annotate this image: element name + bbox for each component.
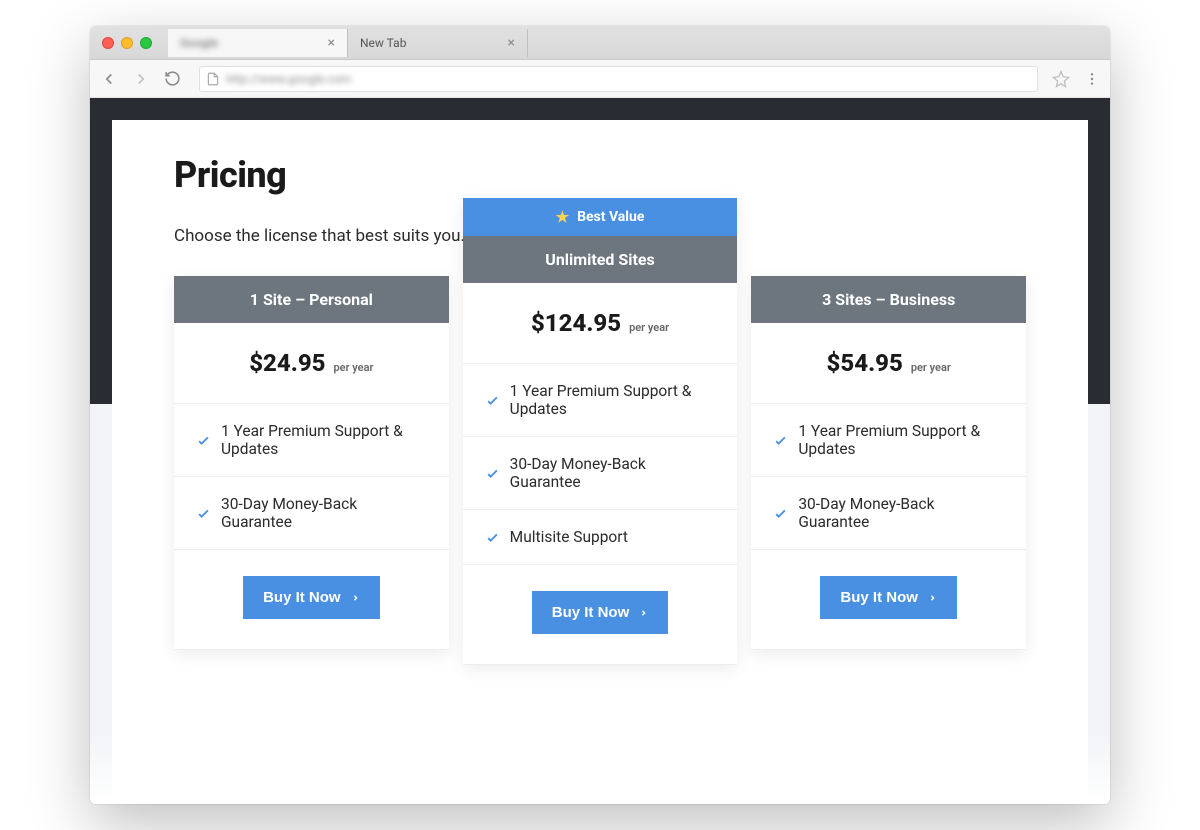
menu-icon[interactable] <box>1084 71 1100 87</box>
plan-cta-row: Buy It Now <box>463 565 738 665</box>
best-value-badge: ★ Best Value <box>463 198 738 236</box>
plan-cta-row: Buy It Now <box>751 550 1026 650</box>
plan-price: $54.95 <box>827 349 903 377</box>
plan-feature: Multisite Support <box>463 510 738 565</box>
chevron-right-icon <box>928 591 937 605</box>
pricing-page: Pricing Choose the license that best sui… <box>112 120 1088 804</box>
plan-unlimited: ★ Best Value Unlimited Sites $124.95 per… <box>463 198 738 665</box>
window-minimize-icon[interactable] <box>121 37 133 49</box>
plan-feature: 30-Day Money-Back Guarantee <box>174 477 449 550</box>
feature-text: 1 Year Premium Support & Updates <box>510 382 716 418</box>
feature-text: 30-Day Money-Back Guarantee <box>510 455 716 491</box>
check-icon <box>485 466 500 481</box>
buy-button-label: Buy It Now <box>840 589 918 606</box>
feature-text: 1 Year Premium Support & Updates <box>221 422 427 458</box>
chevron-right-icon <box>639 606 648 620</box>
buy-button[interactable]: Buy It Now <box>532 591 669 634</box>
buy-button-label: Buy It Now <box>263 589 341 606</box>
badge-label: Best Value <box>577 209 644 225</box>
forward-icon[interactable] <box>132 70 150 88</box>
tab-title: Google <box>180 36 218 50</box>
plan-personal: 1 Site – Personal $24.95 per year 1 Year… <box>174 276 449 650</box>
plan-price-row: $124.95 per year <box>463 283 738 364</box>
plan-price: $124.95 <box>531 309 621 337</box>
plan-price-row: $54.95 per year <box>751 323 1026 404</box>
plan-feature: 1 Year Premium Support & Updates <box>463 364 738 437</box>
back-icon[interactable] <box>100 70 118 88</box>
pricing-plans: 1 Site – Personal $24.95 per year 1 Year… <box>174 276 1026 665</box>
close-icon[interactable]: × <box>328 35 335 51</box>
star-icon: ★ <box>556 208 569 226</box>
check-icon <box>196 433 211 448</box>
address-bar[interactable]: http://www.google.com <box>199 66 1038 92</box>
plan-feature: 1 Year Premium Support & Updates <box>174 404 449 477</box>
window-close-icon[interactable] <box>102 37 114 49</box>
page-icon <box>206 72 220 86</box>
buy-button-label: Buy It Now <box>552 604 630 621</box>
reload-icon[interactable] <box>164 70 181 87</box>
toolbar: http://www.google.com <box>90 60 1110 98</box>
chevron-right-icon <box>351 591 360 605</box>
buy-button[interactable]: Buy It Now <box>243 576 380 619</box>
check-icon <box>773 506 788 521</box>
tab-active[interactable]: Google × <box>168 29 348 57</box>
plan-period: per year <box>911 361 951 374</box>
plan-feature: 30-Day Money-Back Guarantee <box>463 437 738 510</box>
plan-header: 3 Sites – Business <box>751 276 1026 323</box>
tab-inactive[interactable]: New Tab × <box>348 29 528 57</box>
plan-header: Unlimited Sites <box>463 236 738 283</box>
plan-header: 1 Site – Personal <box>174 276 449 323</box>
feature-text: 30-Day Money-Back Guarantee <box>221 495 427 531</box>
feature-text: 30-Day Money-Back Guarantee <box>798 495 1004 531</box>
tab-strip: Google × New Tab × <box>90 26 1110 60</box>
plan-period: per year <box>629 321 669 334</box>
plan-price-row: $24.95 per year <box>174 323 449 404</box>
plan-cta-row: Buy It Now <box>174 550 449 650</box>
page-title: Pricing <box>174 154 1026 196</box>
url-text: http://www.google.com <box>226 72 351 86</box>
plan-business: 3 Sites – Business $54.95 per year 1 Yea… <box>751 276 1026 650</box>
tab-title: New Tab <box>360 36 406 50</box>
plan-feature: 30-Day Money-Back Guarantee <box>751 477 1026 550</box>
check-icon <box>773 433 788 448</box>
feature-text: Multisite Support <box>510 528 628 546</box>
check-icon <box>485 530 500 545</box>
check-icon <box>485 393 500 408</box>
close-icon[interactable]: × <box>508 35 515 51</box>
traffic-lights <box>98 37 152 49</box>
browser-window: Google × New Tab × http://www.google.com <box>90 26 1110 804</box>
plan-period: per year <box>333 361 373 374</box>
window-maximize-icon[interactable] <box>140 37 152 49</box>
buy-button[interactable]: Buy It Now <box>820 576 957 619</box>
viewport: Pricing Choose the license that best sui… <box>90 98 1110 804</box>
feature-text: 1 Year Premium Support & Updates <box>798 422 1004 458</box>
plan-price: $24.95 <box>249 349 325 377</box>
star-icon[interactable] <box>1052 70 1070 88</box>
plan-feature: 1 Year Premium Support & Updates <box>751 404 1026 477</box>
check-icon <box>196 506 211 521</box>
